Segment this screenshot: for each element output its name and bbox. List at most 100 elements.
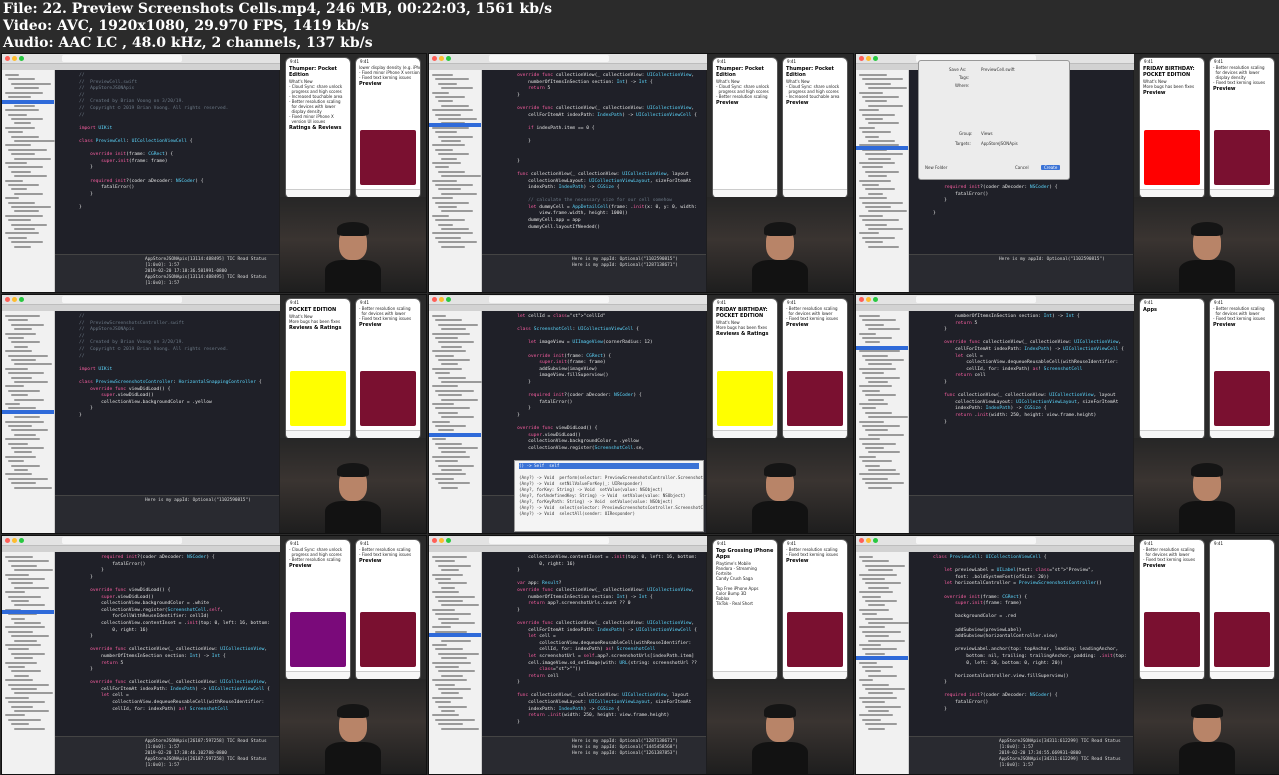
navigator-item[interactable] bbox=[11, 464, 40, 467]
iphone-simulator[interactable]: 9:41- Better resolution scaling for devi… bbox=[1139, 539, 1205, 681]
navigator-item[interactable] bbox=[862, 354, 888, 357]
navigator-item[interactable] bbox=[432, 455, 470, 458]
navigator-item[interactable] bbox=[862, 166, 883, 169]
navigator-item[interactable] bbox=[432, 109, 473, 112]
navigator-item[interactable] bbox=[435, 613, 471, 616]
navigator-item[interactable] bbox=[8, 666, 25, 668]
navigator-item[interactable] bbox=[438, 100, 453, 103]
navigator-item[interactable] bbox=[435, 166, 449, 169]
iphone-simulator[interactable]: 9:41 FRIDAY BIRTHDAY: POCKET EDITION What'… bbox=[1139, 57, 1205, 199]
navigator-item[interactable] bbox=[862, 560, 889, 563]
navigator-item[interactable] bbox=[865, 241, 883, 244]
window-control-icon[interactable] bbox=[12, 56, 17, 61]
iphone-simulator[interactable]: 9:41- Better resolution scaling - Fixed … bbox=[355, 539, 421, 681]
navigator-item[interactable] bbox=[11, 135, 39, 138]
navigator-item[interactable] bbox=[8, 683, 49, 686]
navigator-item[interactable] bbox=[438, 135, 473, 138]
navigator-item[interactable] bbox=[865, 600, 897, 602]
navigator-item[interactable] bbox=[11, 323, 44, 326]
navigator-item[interactable] bbox=[441, 622, 475, 624]
navigator-item[interactable] bbox=[14, 157, 51, 160]
window-control-icon[interactable] bbox=[5, 297, 10, 302]
navigator-item[interactable] bbox=[441, 569, 459, 572]
navigator-item[interactable] bbox=[5, 197, 19, 200]
navigator-item[interactable] bbox=[11, 635, 49, 638]
navigator-item[interactable] bbox=[862, 219, 899, 222]
navigator-item[interactable] bbox=[435, 683, 455, 686]
navigator-selected-item[interactable] bbox=[429, 633, 481, 637]
navigator-item[interactable] bbox=[11, 617, 25, 620]
navigator-item[interactable] bbox=[8, 148, 47, 151]
navigator-item[interactable] bbox=[5, 679, 33, 682]
navigator-item[interactable] bbox=[8, 701, 45, 704]
navigator-item[interactable] bbox=[432, 644, 447, 646]
navigator-item[interactable] bbox=[14, 345, 28, 348]
navigator-item[interactable] bbox=[14, 328, 32, 331]
navigator-item[interactable] bbox=[5, 573, 29, 576]
navigator-item[interactable] bbox=[868, 416, 908, 419]
navigator-item[interactable] bbox=[14, 192, 43, 195]
video-thumbnail[interactable]: // // PreviewScreenshotsController.swift… bbox=[1, 294, 427, 534]
navigator-item[interactable] bbox=[862, 442, 896, 445]
navigator-item[interactable] bbox=[438, 429, 454, 432]
navigator-item[interactable] bbox=[862, 666, 893, 668]
navigator-item[interactable] bbox=[865, 100, 887, 103]
navigator-item[interactable] bbox=[859, 714, 893, 717]
navigator-item[interactable] bbox=[5, 109, 39, 112]
navigator-item[interactable] bbox=[11, 359, 36, 361]
navigator-item[interactable] bbox=[441, 586, 455, 589]
navigator-item[interactable] bbox=[11, 482, 36, 485]
iphone-simulator[interactable]: 9:41 Top Grossing iPhone Apps Playtime's M… bbox=[712, 539, 778, 681]
navigator-item[interactable] bbox=[8, 319, 28, 322]
navigator-item[interactable] bbox=[5, 162, 27, 164]
navigator-item[interactable] bbox=[441, 104, 469, 107]
navigator-item[interactable] bbox=[438, 652, 479, 655]
navigator-item[interactable] bbox=[432, 197, 453, 200]
navigator-item[interactable] bbox=[5, 315, 40, 317]
create[interactable]: Create bbox=[1041, 165, 1061, 170]
scheme-selector[interactable] bbox=[916, 537, 1036, 544]
navigator-item[interactable] bbox=[865, 482, 904, 485]
navigator-item[interactable] bbox=[865, 411, 892, 414]
navigator-item[interactable] bbox=[441, 157, 457, 160]
navigator-item[interactable] bbox=[859, 403, 888, 405]
navigator-item[interactable] bbox=[432, 144, 465, 147]
navigator-item[interactable] bbox=[14, 639, 37, 642]
navigator-item[interactable] bbox=[862, 630, 901, 633]
iphone-simulator[interactable]: 9:41- Better resolution scaling for devi… bbox=[1209, 57, 1275, 199]
window-control-icon[interactable] bbox=[866, 538, 871, 543]
navigator-item[interactable] bbox=[11, 600, 29, 602]
navigator-item[interactable] bbox=[862, 337, 892, 339]
navigator-item[interactable] bbox=[5, 126, 35, 129]
navigator-item[interactable] bbox=[438, 482, 470, 485]
navigator-item[interactable] bbox=[435, 148, 453, 151]
navigator-selected-item[interactable] bbox=[429, 433, 481, 437]
navigator-item[interactable] bbox=[14, 416, 40, 419]
navigator-item[interactable] bbox=[432, 367, 462, 370]
navigator-item[interactable] bbox=[865, 223, 887, 226]
navigator-item[interactable] bbox=[14, 381, 48, 383]
navigator-item[interactable] bbox=[868, 87, 907, 90]
window-control-icon[interactable] bbox=[866, 297, 871, 302]
navigator-item[interactable] bbox=[432, 315, 446, 317]
code-editor[interactable]: // // PreviewScreenshotsController.swift… bbox=[55, 311, 279, 495]
navigator-item[interactable] bbox=[435, 442, 462, 445]
navigator-item[interactable] bbox=[859, 591, 893, 594]
navigator-item[interactable] bbox=[441, 451, 466, 454]
navigator-item[interactable] bbox=[432, 556, 467, 558]
navigator-item[interactable] bbox=[438, 394, 462, 397]
navigator-item[interactable] bbox=[859, 661, 877, 664]
navigator-item[interactable] bbox=[438, 153, 469, 156]
navigator-item[interactable] bbox=[862, 407, 876, 410]
navigator-item[interactable] bbox=[435, 718, 475, 721]
navigator-item[interactable] bbox=[5, 591, 25, 594]
navigator-item[interactable] bbox=[14, 692, 53, 695]
navigator-item[interactable] bbox=[868, 175, 887, 178]
navigator-item[interactable] bbox=[438, 582, 467, 585]
scheme-selector[interactable] bbox=[62, 537, 182, 544]
video-thumbnail[interactable]: let cellId = class="st">"cellId" class S… bbox=[428, 294, 854, 534]
navigator-item[interactable] bbox=[862, 425, 900, 427]
navigator-item[interactable] bbox=[11, 688, 37, 690]
navigator-item[interactable] bbox=[865, 170, 899, 173]
navigator-item[interactable] bbox=[862, 96, 899, 98]
